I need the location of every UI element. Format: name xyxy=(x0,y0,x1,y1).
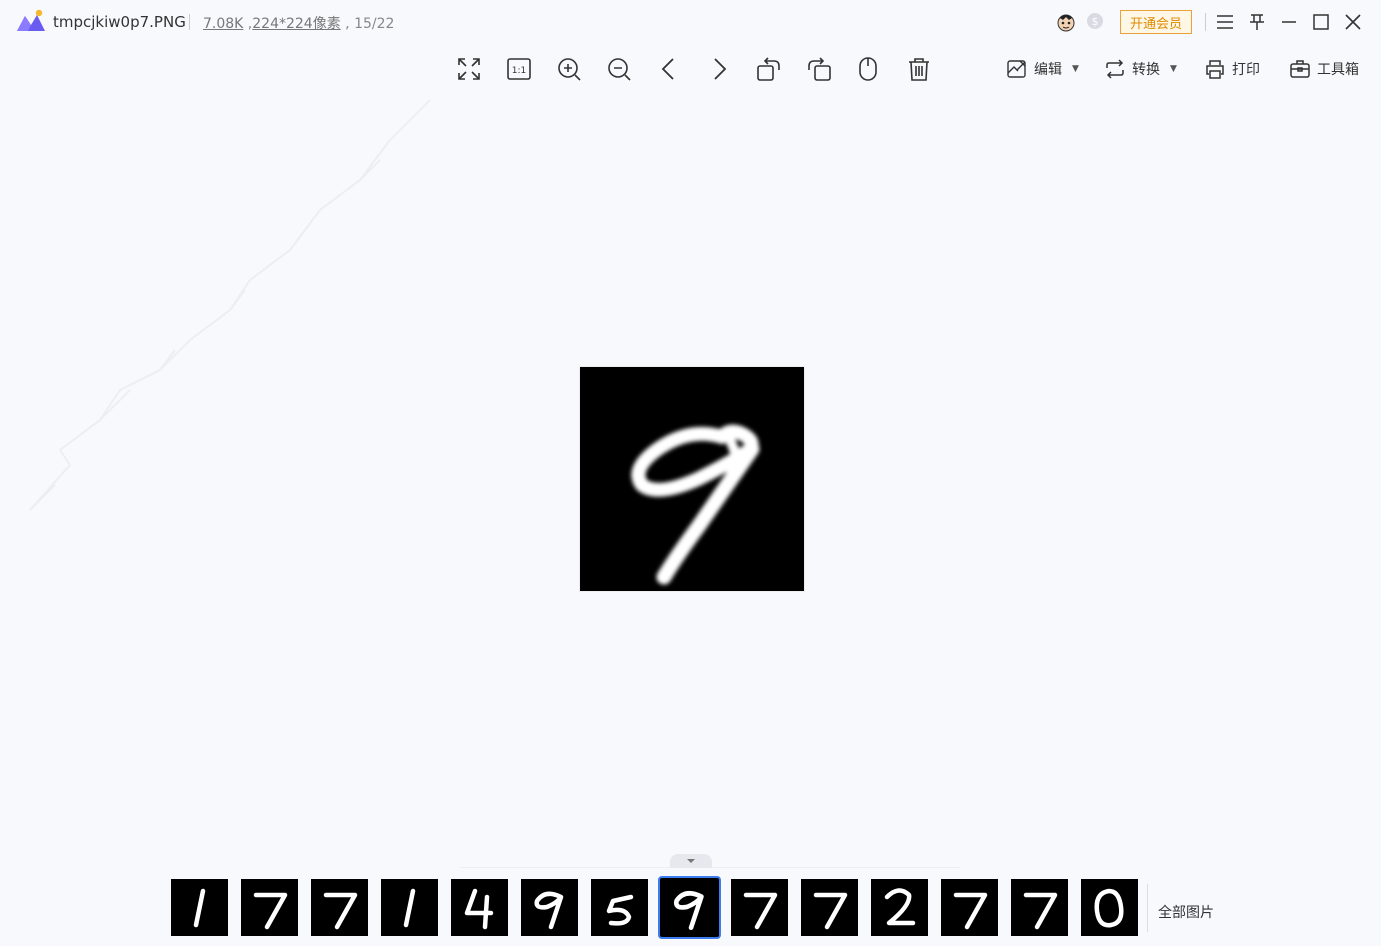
image-dimensions[interactable]: 224*224像素 xyxy=(252,16,340,32)
thumbnail-digit xyxy=(193,888,206,928)
thumbnail[interactable] xyxy=(871,879,928,936)
toolbox-button[interactable]: 工具箱 xyxy=(1289,56,1359,82)
title-bar: tmpcjkiw0p7.PNG 7.08K ,224*224像素 , 15/22… xyxy=(0,0,1381,44)
main-image[interactable] xyxy=(580,367,804,591)
thumbnail-digit xyxy=(743,892,778,930)
thumbnail-digit xyxy=(1094,888,1124,928)
thumbnail[interactable] xyxy=(731,879,788,936)
thumbnail[interactable] xyxy=(658,876,721,939)
thumbnail-digit xyxy=(953,892,988,930)
print-icon xyxy=(1206,60,1224,79)
title-divider xyxy=(189,14,190,30)
user-avatar-icon[interactable] xyxy=(1055,11,1077,33)
file-size[interactable]: 7.08K xyxy=(203,16,243,32)
file-name: tmpcjkiw0p7.PNG xyxy=(53,13,186,31)
thumbnail[interactable] xyxy=(801,879,858,936)
thumbnail-digit xyxy=(1023,892,1058,930)
thumbnail[interactable] xyxy=(311,879,368,936)
mouse-icon[interactable] xyxy=(854,55,882,83)
thumbnail-digit xyxy=(253,892,288,930)
close-icon[interactable] xyxy=(1342,11,1364,33)
thumbnail[interactable] xyxy=(451,879,508,936)
app-logo-icon xyxy=(17,9,45,31)
svg-text:$: $ xyxy=(1092,15,1099,28)
thumbnail[interactable] xyxy=(171,879,228,936)
thumbnail-digit xyxy=(323,892,358,930)
zoom-out-icon[interactable] xyxy=(605,55,633,83)
title-divider xyxy=(1205,13,1206,31)
edit-button[interactable]: 编辑 ▼ xyxy=(1006,56,1079,82)
collapse-filmstrip-button[interactable] xyxy=(670,854,712,868)
prev-icon[interactable] xyxy=(655,55,683,83)
file-info: 7.08K ,224*224像素 , 15/22 xyxy=(203,16,395,32)
thumbnail-digit xyxy=(464,888,494,930)
toolbox-icon xyxy=(1290,60,1310,78)
filmstrip-separator xyxy=(1147,884,1148,932)
menu-icon[interactable] xyxy=(1214,11,1236,33)
maximize-icon[interactable] xyxy=(1310,11,1332,33)
pin-icon[interactable] xyxy=(1246,11,1268,33)
rotate-left-icon[interactable] xyxy=(755,55,783,83)
thumbnail[interactable] xyxy=(1081,879,1138,936)
thumbnail-digit xyxy=(534,891,564,930)
edit-icon xyxy=(1007,60,1026,78)
thumbnail-digit xyxy=(813,892,848,930)
thumbnail[interactable] xyxy=(1011,879,1068,936)
thumbnail-digit xyxy=(673,891,704,931)
all-images-button[interactable]: 全部图片 xyxy=(1158,902,1214,922)
thumbnail[interactable] xyxy=(941,879,998,936)
delete-icon[interactable] xyxy=(905,55,933,83)
print-button[interactable]: 打印 xyxy=(1204,56,1260,82)
image-counter: 15/22 xyxy=(354,16,395,32)
edit-label: 编辑 xyxy=(1034,62,1062,78)
watermark-decoration xyxy=(29,99,431,511)
print-label: 打印 xyxy=(1232,62,1260,78)
vip-button[interactable]: 开通会员 xyxy=(1120,10,1192,34)
coin-icon[interactable]: $ xyxy=(1085,11,1105,31)
convert-dropdown-icon: ▼ xyxy=(1170,64,1177,74)
next-icon[interactable] xyxy=(705,55,733,83)
rotate-right-icon[interactable] xyxy=(805,55,833,83)
actual-size-icon[interactable]: 1:1 xyxy=(505,55,533,83)
chevron-down-icon xyxy=(687,859,695,863)
thumbnail[interactable] xyxy=(591,879,648,936)
thumbnail-digit xyxy=(884,888,916,926)
toolbox-label: 工具箱 xyxy=(1317,62,1359,78)
convert-label: 转换 xyxy=(1132,62,1160,78)
thumbnail-digit xyxy=(403,888,416,928)
thumbnail[interactable] xyxy=(241,879,298,936)
zoom-in-icon[interactable] xyxy=(555,55,583,83)
edit-dropdown-icon: ▼ xyxy=(1072,64,1079,74)
convert-button[interactable]: 转换 ▼ xyxy=(1104,56,1177,82)
convert-icon xyxy=(1106,59,1124,79)
minimize-icon[interactable] xyxy=(1278,11,1300,33)
thumbnail[interactable] xyxy=(521,879,578,936)
actual-size-glyph: 1:1 xyxy=(512,66,526,76)
fullscreen-icon[interactable] xyxy=(455,55,483,83)
digit-image xyxy=(631,424,760,585)
thumbnail[interactable] xyxy=(381,879,438,936)
thumbnail-digit xyxy=(606,894,634,926)
